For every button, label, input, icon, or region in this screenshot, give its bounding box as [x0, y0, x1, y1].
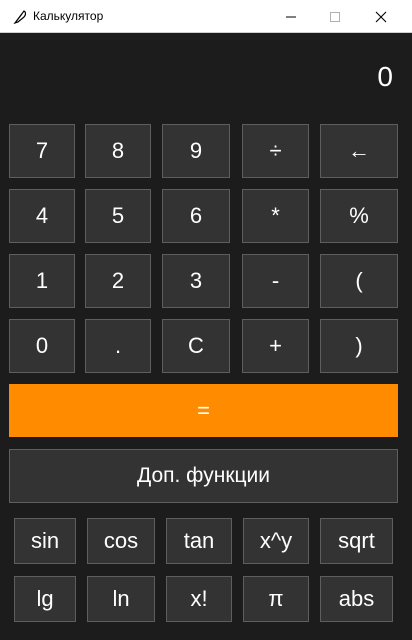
key-decimal[interactable]: . [85, 319, 151, 373]
fn-cos[interactable]: cos [87, 518, 155, 564]
key-plus[interactable]: + [242, 319, 309, 373]
window-title: Калькулятор [33, 9, 104, 23]
fn-lg[interactable]: lg [14, 576, 76, 622]
fn-ln[interactable]: ln [87, 576, 155, 622]
key-8[interactable]: 8 [85, 124, 151, 178]
minimize-button[interactable] [268, 0, 314, 33]
key-0[interactable]: 0 [9, 319, 75, 373]
fn-sin[interactable]: sin [14, 518, 76, 564]
key-1[interactable]: 1 [9, 254, 75, 308]
key-backspace[interactable]: ← [320, 124, 398, 178]
key-divide[interactable]: ÷ [242, 124, 309, 178]
minimize-icon [286, 16, 296, 17]
key-9[interactable]: 9 [162, 124, 230, 178]
fn-pi[interactable]: π [243, 576, 309, 622]
key-2[interactable]: 2 [85, 254, 151, 308]
key-minus[interactable]: - [242, 254, 309, 308]
key-percent[interactable]: % [320, 189, 398, 243]
equals-button[interactable]: = [9, 384, 398, 437]
maximize-icon [330, 11, 340, 22]
key-3[interactable]: 3 [162, 254, 230, 308]
maximize-button[interactable] [312, 0, 358, 33]
fn-abs[interactable]: abs [320, 576, 393, 622]
close-button[interactable] [358, 0, 404, 33]
key-4[interactable]: 4 [9, 189, 75, 243]
feather-icon [13, 10, 27, 25]
fn-sqrt[interactable]: sqrt [320, 518, 393, 564]
fn-factorial[interactable]: x! [166, 576, 232, 622]
title-bar[interactable]: Калькулятор [0, 0, 412, 33]
calculator-display: 0 [0, 33, 412, 121]
close-icon [375, 11, 387, 22]
key-5[interactable]: 5 [85, 189, 151, 243]
key-6[interactable]: 6 [162, 189, 230, 243]
calculator-window: Калькулятор 0 7 8 9 ÷ ← 4 5 6 * % 1 2 3 … [0, 0, 412, 640]
fn-tan[interactable]: tan [166, 518, 232, 564]
fn-power[interactable]: x^y [243, 518, 309, 564]
extra-functions-button[interactable]: Доп. функции [9, 449, 398, 503]
key-close-paren[interactable]: ) [320, 319, 398, 373]
key-multiply[interactable]: * [242, 189, 309, 243]
display-value: 0 [377, 61, 393, 92]
key-7[interactable]: 7 [9, 124, 75, 178]
key-clear[interactable]: C [162, 319, 230, 373]
key-open-paren[interactable]: ( [320, 254, 398, 308]
